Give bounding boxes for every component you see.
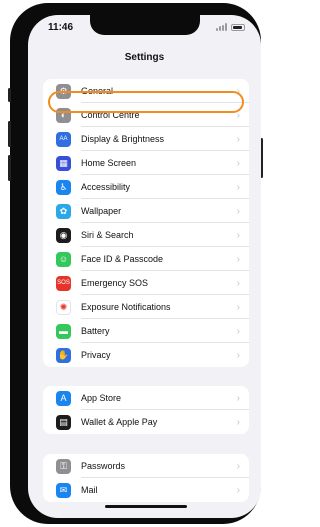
sos-icon: SOS: [56, 275, 71, 291]
settings-row-label: General: [81, 86, 114, 96]
home-screen-icon: ▦: [56, 155, 71, 171]
notch: [90, 15, 200, 35]
settings-row-general[interactable]: ⚙ General ›: [43, 79, 249, 103]
chevron-right-icon: ›: [236, 349, 240, 361]
settings-row-label: Passwords: [81, 461, 126, 471]
settings-row-siri-search[interactable]: ◉ Siri & Search ›: [43, 223, 249, 247]
settings-row-accessibility[interactable]: ♿ Accessibility ›: [43, 175, 249, 199]
chevron-right-icon: ›: [236, 253, 240, 265]
face-id-icon: ☺: [56, 251, 71, 267]
settings-row-label: Mail: [81, 485, 98, 495]
settings-row-label: Wallet & Apple Pay: [81, 417, 158, 427]
status-icons: [216, 23, 245, 31]
settings-row-home-screen[interactable]: ▦ Home Screen ›: [43, 151, 249, 175]
battery-status-icon: [231, 23, 245, 31]
settings-row-label: Accessibility: [81, 182, 131, 192]
wallpaper-icon: ✿: [56, 203, 71, 219]
chevron-right-icon: ›: [236, 181, 240, 193]
settings-row-label: Wallpaper: [81, 206, 122, 216]
wallet-icon: ▤: [56, 414, 71, 430]
settings-row-label: Home Screen: [81, 158, 137, 168]
chevron-right-icon: ›: [236, 229, 240, 241]
settings-row-app-store[interactable]: A App Store ›: [43, 386, 249, 410]
settings-row-passwords[interactable]: ⚿ Passwords ›: [43, 454, 249, 478]
settings-row-exposure-notifications[interactable]: ✺ Exposure Notifications ›: [43, 295, 249, 319]
chevron-right-icon: ›: [236, 325, 240, 337]
settings-group-store: A App Store › ▤ Wallet & Apple Pay ›: [43, 386, 249, 434]
chevron-right-icon: ›: [236, 460, 240, 472]
settings-row-label: Control Centre: [81, 110, 140, 120]
mail-icon: ✉: [56, 482, 71, 498]
settings-row-label: Exposure Notifications: [81, 302, 171, 312]
settings-row-privacy[interactable]: ✋ Privacy ›: [43, 343, 249, 367]
chevron-right-icon: ›: [236, 109, 240, 121]
cellular-signal-icon: [216, 23, 227, 31]
settings-row-wallpaper[interactable]: ✿ Wallpaper ›: [43, 199, 249, 223]
settings-row-emergency-sos[interactable]: SOS Emergency SOS ›: [43, 271, 249, 295]
chevron-right-icon: ›: [236, 416, 240, 428]
chevron-right-icon: ›: [236, 301, 240, 313]
privacy-hand-icon: ✋: [56, 347, 71, 363]
settings-group-system: ⚙ General › ◐ Control Centre › AA Display & Bri…: [43, 79, 249, 367]
settings-row-label: Battery: [81, 326, 110, 336]
chevron-right-icon: ›: [236, 205, 240, 217]
settings-screen: 11:46 Settings ⚙ General › ◐ Control Centre ›…: [28, 15, 261, 518]
settings-row-label: Siri & Search: [81, 230, 134, 240]
settings-row-battery[interactable]: ▬ Battery ›: [43, 319, 249, 343]
control-centre-icon: ◐: [56, 107, 71, 123]
settings-row-label: App Store: [81, 393, 122, 403]
settings-row-display-brightness[interactable]: AA Display & Brightness ›: [43, 127, 249, 151]
settings-row-wallet-apple-pay[interactable]: ▤ Wallet & Apple Pay ›: [43, 410, 249, 434]
settings-row-label: Privacy: [81, 350, 111, 360]
volume-up-button: [8, 121, 11, 147]
battery-icon: ▬: [56, 323, 71, 339]
chevron-right-icon: ›: [236, 133, 240, 145]
home-indicator[interactable]: [105, 505, 187, 508]
chevron-right-icon: ›: [236, 157, 240, 169]
settings-group-accounts: ⚿ Passwords › ✉ Mail ›: [43, 454, 249, 502]
silent-switch: [8, 88, 11, 102]
settings-row-label: Emergency SOS: [81, 278, 149, 288]
app-store-icon: A: [56, 390, 71, 406]
settings-row-mail[interactable]: ✉ Mail ›: [43, 478, 249, 502]
siri-icon: ◉: [56, 227, 71, 243]
settings-row-control-centre[interactable]: ◐ Control Centre ›: [43, 103, 249, 127]
display-brightness-icon: AA: [56, 131, 71, 147]
passwords-key-icon: ⚿: [56, 458, 71, 474]
chevron-right-icon: ›: [236, 85, 240, 97]
settings-row-label: Face ID & Passcode: [81, 254, 164, 264]
status-time: 11:46: [48, 22, 74, 33]
accessibility-icon: ♿: [56, 179, 71, 195]
exposure-notifications-icon: ✺: [56, 299, 71, 315]
settings-row-face-id-passcode[interactable]: ☺ Face ID & Passcode ›: [43, 247, 249, 271]
chevron-right-icon: ›: [236, 392, 240, 404]
volume-down-button: [8, 155, 11, 181]
settings-row-label: Display & Brightness: [81, 134, 165, 144]
phone-frame: 11:46 Settings ⚙ General › ◐ Control Centre ›…: [8, 3, 263, 524]
chevron-right-icon: ›: [236, 277, 240, 289]
chevron-right-icon: ›: [236, 484, 240, 496]
gear-icon: ⚙: [56, 83, 71, 99]
page-title: Settings: [124, 52, 165, 63]
